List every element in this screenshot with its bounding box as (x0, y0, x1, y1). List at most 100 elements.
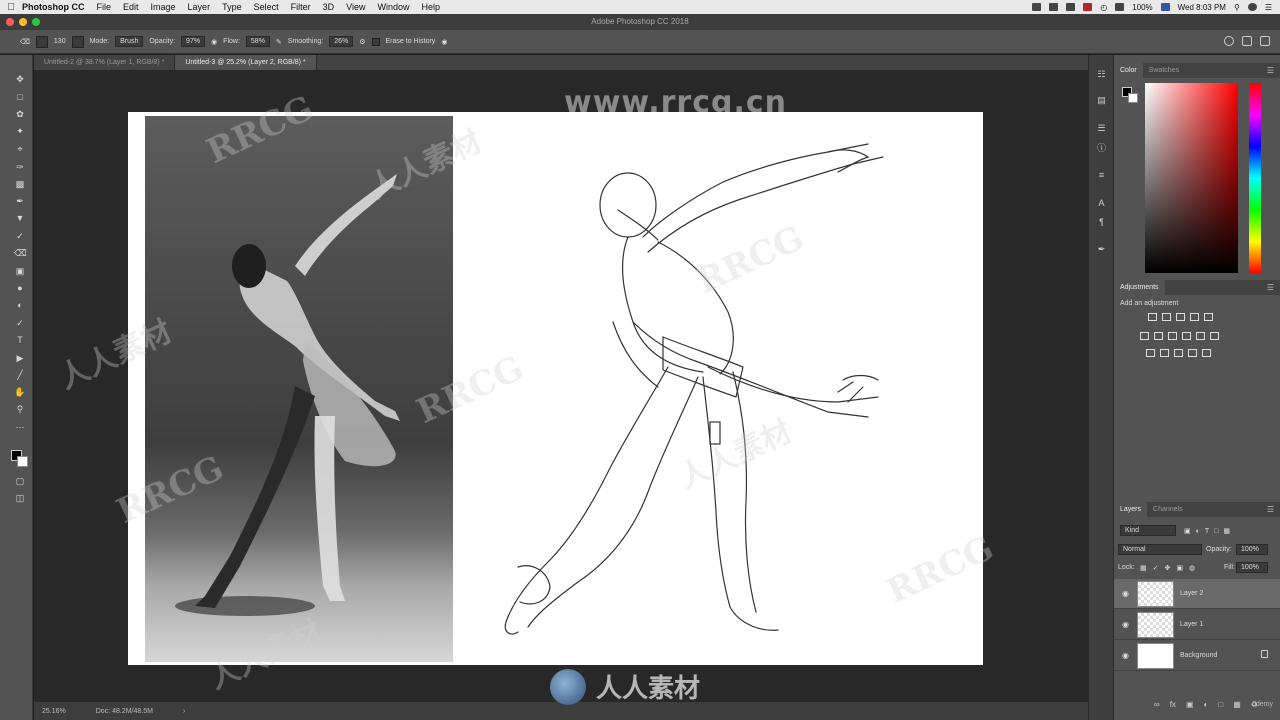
zoom-button[interactable] (32, 18, 40, 26)
erase-history-checkbox[interactable] (371, 37, 380, 46)
menu-view[interactable]: View (346, 2, 365, 12)
tab-layers[interactable]: Layers (1114, 502, 1148, 517)
tab-swatches[interactable]: Swatches (1143, 63, 1185, 78)
filter-icons[interactable]: ▣◐T□▦ (1184, 527, 1235, 535)
menu-type[interactable]: Type (222, 2, 242, 12)
tab-color[interactable]: Color (1114, 63, 1143, 78)
screen-icon[interactable] (1066, 3, 1076, 11)
line-tool-icon[interactable]: ╱ (14, 369, 26, 381)
hue-slider[interactable] (1249, 83, 1261, 273)
document-canvas[interactable] (128, 112, 983, 665)
brush-tool-icon[interactable]: ✒ (14, 195, 26, 207)
threshold-icon[interactable] (1174, 349, 1183, 357)
zoom-level[interactable]: 25.16% (42, 708, 66, 715)
menu-select[interactable]: Select (254, 2, 279, 12)
hue-saturation-icon[interactable] (1140, 332, 1149, 340)
airplay-icon[interactable] (1115, 3, 1125, 11)
marquee-tool-icon[interactable]: □ (14, 91, 26, 103)
lasso-tool-icon[interactable]: ✿ (14, 108, 26, 120)
layer-filter-select[interactable]: Kind (1120, 525, 1176, 536)
chevron-right-icon[interactable]: › (183, 708, 185, 715)
eye-icon[interactable]: ◉ (1122, 651, 1129, 660)
type-tool-icon[interactable]: T (14, 334, 26, 346)
opacity-input[interactable]: 97% (181, 36, 206, 47)
eraser-tool-icon[interactable]: ⌫ (20, 38, 30, 46)
menu-window[interactable]: Window (377, 2, 409, 12)
dodge-tool-icon[interactable]: ◐ (14, 299, 26, 311)
invert-icon[interactable] (1146, 349, 1155, 357)
layer-opacity-input[interactable]: 100% (1236, 544, 1268, 555)
panel-menu-icon[interactable]: ☰ (1267, 63, 1274, 78)
color-balance-icon[interactable] (1154, 332, 1163, 340)
search-icon[interactable] (1224, 36, 1234, 46)
screen-mode-icon[interactable]: ◫ (14, 492, 26, 504)
brush-settings-icon[interactable] (71, 35, 84, 48)
layer-row-layer-2[interactable]: ◉ Layer 2 (1114, 579, 1280, 609)
link-icon[interactable]: ∞ (1154, 700, 1160, 709)
share-icon[interactable] (1260, 36, 1270, 46)
eraser-tool-icon[interactable]: ⌫ (14, 247, 27, 259)
menu-help[interactable]: Help (421, 2, 440, 12)
exposure-icon[interactable] (1190, 313, 1199, 321)
app-icon[interactable] (1083, 3, 1093, 11)
tab-adjustments[interactable]: Adjustments (1114, 280, 1165, 295)
eye-icon[interactable]: ◉ (1122, 620, 1129, 629)
layer-row-layer-1[interactable]: ◉ Layer 1 (1114, 610, 1280, 640)
panel-menu-icon[interactable]: ☰ (1267, 502, 1274, 517)
layer-fill-input[interactable]: 100% (1236, 562, 1268, 573)
eye-icon[interactable]: ◉ (1122, 589, 1129, 598)
channel-mixer-icon[interactable] (1196, 332, 1205, 340)
flow-input[interactable]: 58% (245, 36, 270, 47)
magic-wand-tool-icon[interactable]: ✦ (14, 125, 26, 137)
list-icon[interactable]: ☰ (1265, 3, 1272, 12)
crop-tool-icon[interactable]: ⌖ (14, 143, 26, 155)
fx-icon[interactable]: fx (1170, 700, 1176, 709)
brush-preset-picker[interactable] (35, 35, 48, 48)
search-icon[interactable]: ⚲ (1234, 3, 1240, 12)
doc-size[interactable]: Doc: 48.2M/48.5M (96, 708, 153, 715)
menu-filter[interactable]: Filter (291, 2, 311, 12)
dropbox-icon[interactable] (1032, 3, 1042, 11)
close-button[interactable] (6, 18, 14, 26)
photo-filter-icon[interactable] (1182, 332, 1191, 340)
user-icon[interactable] (1247, 3, 1257, 11)
move-tool-icon[interactable]: ✥ (14, 73, 26, 85)
character-icon[interactable]: A (1096, 198, 1107, 209)
gradient-tool-icon[interactable]: ▣ (14, 265, 26, 277)
cloud-icon[interactable] (1049, 3, 1059, 11)
panel-menu-icon[interactable]: ☰ (1267, 280, 1274, 295)
background-color-chip[interactable] (1128, 93, 1138, 103)
background-color-swatch[interactable] (17, 456, 28, 467)
selective-color-icon[interactable] (1202, 349, 1211, 357)
posterize-icon[interactable] (1160, 349, 1169, 357)
curves-icon[interactable] (1176, 313, 1185, 321)
tab-untitled-3[interactable]: Untitled-3 @ 25.2% (Layer 2, RGB/8) * (175, 55, 317, 70)
menu-3d[interactable]: 3D (323, 2, 335, 12)
new-layer-icon[interactable]: ▦ (1233, 700, 1241, 709)
apple-icon[interactable]:  (0, 2, 22, 13)
path-selection-tool-icon[interactable]: ▶ (14, 352, 26, 364)
quick-mask-icon[interactable]: ▢ (14, 475, 26, 487)
menu-edit[interactable]: Edit (123, 2, 139, 12)
adjustment-layer-icon[interactable]: ◐ (1204, 700, 1209, 709)
brush-settings-icon[interactable]: ✒ (1096, 244, 1107, 255)
gradient-map-icon[interactable] (1188, 349, 1197, 357)
blur-tool-icon[interactable]: ● (14, 282, 26, 294)
vibrance-icon[interactable] (1204, 313, 1213, 321)
lock-icons[interactable]: ▦✓✥▣◍ (1140, 564, 1201, 572)
paragraph-icon[interactable]: ¶ (1096, 217, 1107, 228)
clock[interactable]: Wed 8:03 PM (1178, 3, 1226, 12)
canvas-workspace[interactable]: www.rrcg.cn RRCG RRCG RRCG RRCG RRCG 人人素… (34, 70, 1088, 702)
histogram-icon[interactable]: ▤ (1096, 95, 1107, 106)
menu-file[interactable]: File (97, 2, 112, 12)
brightness-icon[interactable] (1148, 313, 1157, 321)
history-icon[interactable]: ☷ (1096, 69, 1107, 80)
pressure-size-icon[interactable]: ◉ (441, 38, 447, 46)
black-white-icon[interactable] (1168, 332, 1177, 340)
zoom-tool-icon[interactable]: ⚲ (14, 403, 26, 415)
menu-image[interactable]: Image (151, 2, 176, 12)
history-brush-tool-icon[interactable]: ✓ (14, 230, 26, 242)
more-tools-icon[interactable]: ⋯ (14, 421, 26, 433)
blend-mode-select[interactable]: Normal (1118, 544, 1202, 555)
color-lookup-icon[interactable] (1210, 332, 1219, 340)
